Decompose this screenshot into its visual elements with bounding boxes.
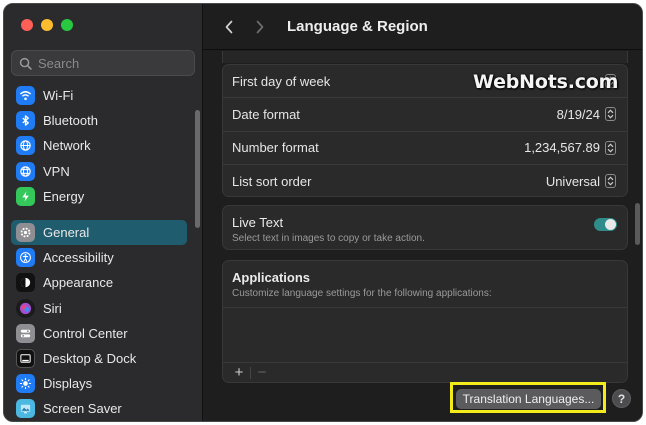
row-value-text: 8/19/24 xyxy=(556,106,600,122)
live-text-title: Live Text xyxy=(232,215,284,230)
row-label: First day of week xyxy=(232,73,331,89)
sidebar-item-screen-saver[interactable]: Screen Saver xyxy=(11,396,187,421)
forward-button[interactable] xyxy=(248,15,272,39)
row-value-text: 1,234,567.89 xyxy=(524,140,600,156)
sidebar: Wi-Fi Bluetooth Network VPN xyxy=(4,4,203,421)
scrolled-content-edge xyxy=(222,51,628,63)
gear-icon xyxy=(16,223,35,243)
bolt-icon xyxy=(16,186,35,206)
main-scrollbar[interactable] xyxy=(635,203,640,245)
sidebar-item-wifi[interactable]: Wi-Fi xyxy=(11,83,187,108)
list-sort-order-row[interactable]: List sort order Universal xyxy=(223,165,627,198)
search-input[interactable] xyxy=(38,55,188,71)
sidebar-item-label: Screen Saver xyxy=(43,401,122,417)
sidebar-item-bluetooth[interactable]: Bluetooth xyxy=(11,108,187,133)
stepper-icon xyxy=(605,107,616,122)
number-format-row[interactable]: Number format 1,234,567.89 xyxy=(223,132,627,165)
settings-window: Wi-Fi Bluetooth Network VPN xyxy=(3,3,643,422)
zoom-window-button[interactable] xyxy=(61,19,73,31)
chevron-left-icon xyxy=(225,20,233,33)
sidebar-item-appearance[interactable]: Appearance xyxy=(11,270,187,295)
applications-header: Applications Customize language settings… xyxy=(223,261,627,308)
watermark-logo: WebNots.com xyxy=(473,71,619,93)
appearance-icon xyxy=(16,273,35,293)
row-label: Date format xyxy=(232,106,300,122)
bluetooth-icon xyxy=(16,111,35,131)
globe-icon xyxy=(16,136,35,156)
row-value[interactable]: 1,234,567.89 xyxy=(524,140,616,155)
sidebar-item-accessibility[interactable]: Accessibility xyxy=(11,245,187,270)
chevron-right-icon xyxy=(256,20,264,33)
sidebar-item-label: Energy xyxy=(43,188,85,204)
search-field[interactable] xyxy=(11,50,195,76)
vpn-globe-icon xyxy=(16,161,35,181)
sidebar-item-label: VPN xyxy=(43,163,70,179)
sidebar-item-label: Siri xyxy=(43,300,62,316)
sidebar-item-label: Desktop & Dock xyxy=(43,350,137,366)
row-value[interactable]: Universal xyxy=(546,174,616,189)
search-icon xyxy=(19,57,32,70)
sidebar-item-label: Network xyxy=(43,138,91,154)
page-title: Language & Region xyxy=(287,18,428,35)
toolbar: Language & Region xyxy=(203,4,642,50)
sidebar-item-network[interactable]: Network xyxy=(11,133,187,158)
applications-subtitle: Customize language settings for the foll… xyxy=(232,288,492,299)
footer-divider xyxy=(250,366,251,379)
help-button[interactable]: ? xyxy=(612,389,631,408)
live-text-toggle[interactable] xyxy=(594,218,617,231)
sidebar-item-vpn[interactable]: VPN xyxy=(11,159,187,184)
live-text-subtitle: Select text in images to copy or take ac… xyxy=(232,233,425,244)
remove-application-button[interactable]: − xyxy=(252,364,272,382)
accessibility-icon xyxy=(16,248,35,268)
sidebar-item-displays[interactable]: Displays xyxy=(11,371,187,396)
row-label: List sort order xyxy=(232,173,312,189)
window-controls xyxy=(21,19,73,31)
sidebar-item-label: Appearance xyxy=(43,275,114,291)
sidebar-divider xyxy=(11,209,187,220)
dock-icon xyxy=(16,348,35,368)
add-application-button[interactable]: + xyxy=(229,364,249,382)
row-value[interactable]: 8/19/24 xyxy=(557,107,616,122)
live-text-group: Live Text Select text in images to copy … xyxy=(222,205,628,250)
sidebar-item-control-center[interactable]: Control Center xyxy=(11,321,187,346)
applications-list-footer: + − xyxy=(223,362,627,382)
sidebar-item-label: Accessibility xyxy=(43,250,114,266)
sidebar-item-label: Wi-Fi xyxy=(43,88,74,104)
close-window-button[interactable] xyxy=(21,19,33,31)
sidebar-item-label: Bluetooth xyxy=(43,113,98,129)
minimize-window-button[interactable] xyxy=(41,19,53,31)
screen-saver-icon xyxy=(16,399,35,419)
sidebar-item-siri[interactable]: Siri xyxy=(11,296,187,321)
back-button[interactable] xyxy=(217,15,241,39)
stepper-icon xyxy=(605,174,616,189)
stepper-icon xyxy=(605,140,616,155)
applications-title: Applications xyxy=(232,270,311,285)
applications-group: Applications Customize language settings… xyxy=(222,260,628,383)
main-pane: Language & Region First day of week Date… xyxy=(203,4,642,421)
row-label: Number format xyxy=(232,140,319,156)
siri-icon xyxy=(16,298,35,318)
sidebar-item-general[interactable]: General xyxy=(11,219,187,246)
sidebar-item-desktop-dock[interactable]: Desktop & Dock xyxy=(11,346,187,371)
date-format-row[interactable]: Date format 8/19/24 xyxy=(223,98,627,132)
sidebar-item-label: Displays xyxy=(43,376,93,392)
sidebar-item-label: General xyxy=(43,225,90,241)
translation-languages-button[interactable]: Translation Languages... xyxy=(456,389,601,409)
sidebar-list: Wi-Fi Bluetooth Network VPN Energy Gener… xyxy=(11,83,187,421)
sidebar-item-label: Control Center xyxy=(43,325,128,341)
wifi-icon xyxy=(16,86,35,106)
sun-icon xyxy=(16,374,35,394)
control-center-icon xyxy=(16,323,35,343)
sidebar-scrollbar[interactable] xyxy=(195,110,200,228)
row-value-text: Universal xyxy=(545,173,600,189)
sidebar-item-energy[interactable]: Energy xyxy=(11,184,187,209)
